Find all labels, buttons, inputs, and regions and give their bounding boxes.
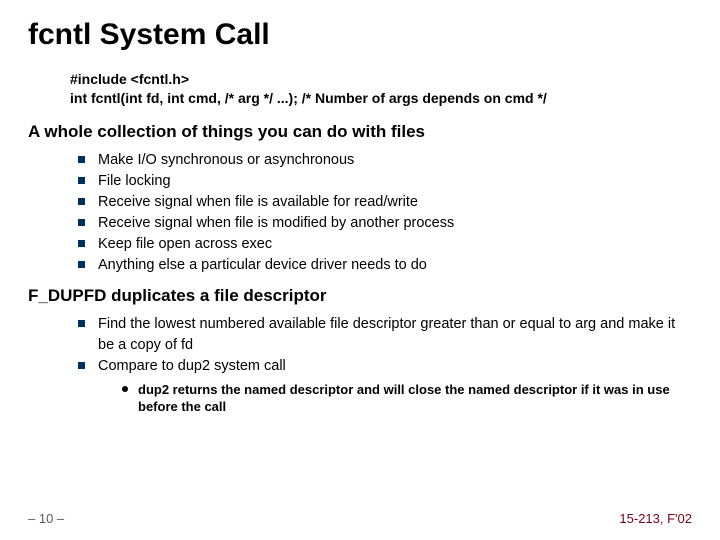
slide-footer: – 10 – 15-213, F'02	[28, 511, 692, 526]
section1-list: Make I/O synchronous or asynchronous Fil…	[78, 150, 692, 276]
code-line-1: #include <fcntl.h>	[70, 70, 692, 89]
list-item: Receive signal when file is available fo…	[78, 192, 692, 213]
list-item: Find the lowest numbered available file …	[78, 314, 692, 356]
course-code: 15-213, F'02	[619, 511, 692, 526]
list-item: Keep file open across exec	[78, 234, 692, 255]
code-block: #include <fcntl.h> int fcntl(int fd, int…	[70, 70, 692, 108]
list-item: Compare to dup2 system call dup2 returns…	[78, 356, 692, 416]
section-heading-1: A whole collection of things you can do …	[28, 122, 692, 142]
section2-sublist: dup2 returns the named descriptor and wi…	[122, 381, 692, 416]
sub-list-item: dup2 returns the named descriptor and wi…	[122, 381, 692, 416]
code-line-2: int fcntl(int fd, int cmd, /* arg */ ...…	[70, 89, 692, 108]
page-number: – 10 –	[28, 511, 64, 526]
section2-list: Find the lowest numbered available file …	[78, 314, 692, 416]
list-item: Anything else a particular device driver…	[78, 255, 692, 276]
list-item: Receive signal when file is modified by …	[78, 213, 692, 234]
list-item: Make I/O synchronous or asynchronous	[78, 150, 692, 171]
list-item-label: Compare to dup2 system call	[98, 358, 286, 374]
section-heading-2: F_DUPFD duplicates a file descriptor	[28, 286, 692, 306]
list-item: File locking	[78, 171, 692, 192]
slide-title: fcntl System Call	[28, 18, 692, 52]
